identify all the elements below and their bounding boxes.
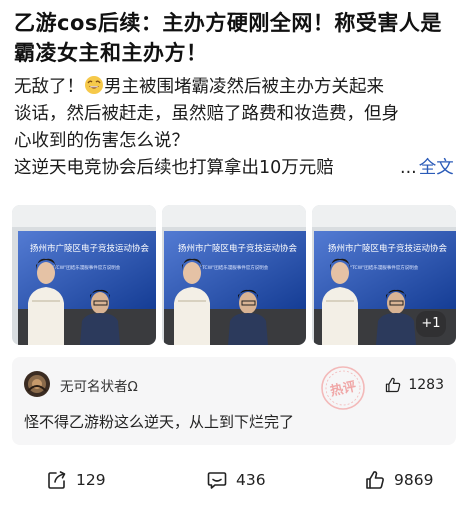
banner-subtitle: "TCW"团结乐漫服事件官方说明会	[350, 264, 419, 271]
hot-comment-stamp: 热评	[321, 366, 365, 410]
comment-username[interactable]: 无可名状者Ω	[60, 375, 138, 395]
share-button[interactable]: 129	[46, 462, 106, 498]
body-line-2: 谈话，然后被赶走，虽然赔了路费和妆造费，但身	[14, 104, 399, 124]
comment-like-button[interactable]: 1283	[384, 376, 444, 394]
post-image-2[interactable]: 扬州市广陵区电子竞技运动协会 "TCW"团结乐漫服事件官方说明会	[162, 205, 306, 345]
press-conference-photo: 扬州市广陵区电子竞技运动协会 "TCW"团结乐漫服事件官方说明会	[12, 205, 156, 345]
banner-title: 扬州市广陵区电子竞技运动协会	[30, 243, 150, 254]
body-line-4: 这逆天电竞协会后续也打算拿出10万元赔... 全文	[14, 155, 456, 182]
full-text-link[interactable]: 全文	[419, 155, 454, 182]
comment-count: 436	[236, 471, 266, 489]
banner-subtitle: "TCW"团结乐漫服事件官方说明会	[200, 264, 269, 271]
post-image-3[interactable]: 扬州市广陵区电子竞技运动协会 "TCW"团结乐漫服事件官方说明会 +1	[312, 205, 456, 345]
comment-like-count: 1283	[408, 377, 444, 393]
banner-subtitle: "TCW"团结乐漫服事件官方说明会	[52, 264, 121, 271]
comment-bubble-icon	[207, 472, 227, 489]
grinning-face-emoji-icon	[85, 76, 103, 94]
ellipsis: ...	[400, 158, 417, 178]
like-button[interactable]: 9869	[364, 462, 433, 498]
top-comment[interactable]: 无可名状者Ω 热评 1283 怪不得乙游粉这么逆天，从上到下烂完了	[12, 357, 456, 445]
avatar[interactable]	[24, 371, 50, 397]
image-grid: 扬州市广陵区电子竞技运动协会 "TCW"团结乐漫服事件官方说明会 扬州市广陵区电…	[12, 205, 456, 345]
thumbs-up-icon	[386, 377, 401, 393]
post-title[interactable]: 乙游cos后续：主办方硬刚全网！称受害人是霸凌女主和主办方！	[14, 8, 454, 68]
body-line-1: 无敌了！ 男主被围堵霸凌然后被主办方关起来	[14, 74, 456, 101]
post-image-1[interactable]: 扬州市广陵区电子竞技运动协会 "TCW"团结乐漫服事件官方说明会	[12, 205, 156, 345]
comment-text: 怪不得乙游粉这么逆天，从上到下烂完了	[24, 413, 295, 431]
comment-button[interactable]: 436	[206, 462, 266, 498]
action-bar: 129 436 9869	[0, 462, 468, 498]
body-text-segment: 这逆天电竞协会后续也打算拿出10万元赔	[14, 158, 334, 178]
share-icon	[48, 471, 66, 489]
share-count: 129	[76, 471, 106, 489]
like-count: 9869	[394, 471, 434, 489]
post-body[interactable]: 无敌了！ 男主被围堵霸凌然后被主办方关起来 谈话，然后被赶走，虽然赔了路费和妆造费…	[14, 74, 456, 182]
banner-title: 扬州市广陵区电子竞技运动协会	[178, 243, 298, 254]
post-card[interactable]: 乙游cos后续：主办方硬刚全网！称受害人是霸凌女主和主办方！ 无敌了！ 男主被围堵…	[0, 0, 468, 510]
press-conference-photo: 扬州市广陵区电子竞技运动协会 "TCW"团结乐漫服事件官方说明会	[162, 205, 306, 345]
body-text-segment: 无敌了！	[14, 77, 84, 97]
body-text-segment: 男主被围堵霸凌然后被主办方关起来	[104, 77, 384, 97]
body-line-3: 心收到的伤害怎么说？	[14, 131, 189, 151]
stamp-text: 热评	[329, 378, 358, 399]
banner-title: 扬州市广陵区电子竞技运动协会	[328, 243, 448, 254]
avatar-image	[24, 371, 50, 397]
more-images-badge[interactable]: +1	[416, 311, 446, 337]
thumbs-up-icon	[366, 471, 384, 489]
